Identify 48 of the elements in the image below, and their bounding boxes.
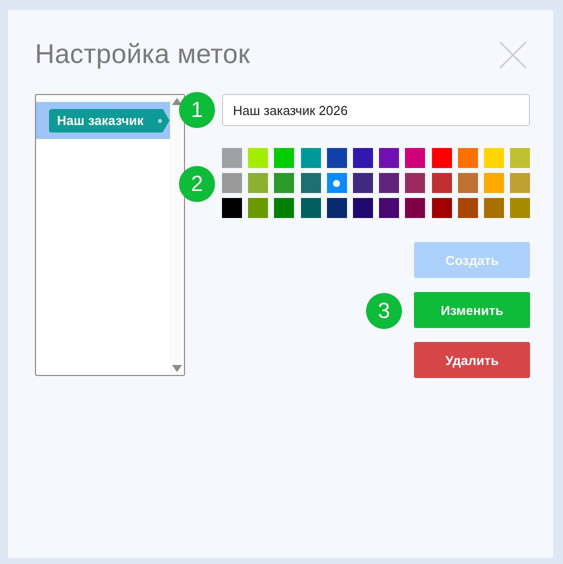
color-swatch[interactable]: [379, 173, 400, 193]
delete-button[interactable]: Удалить: [414, 342, 530, 378]
color-swatch[interactable]: [405, 173, 426, 193]
dot-icon: [158, 118, 162, 122]
scroll-down-icon[interactable]: [172, 365, 182, 372]
color-swatch[interactable]: [458, 198, 478, 218]
color-swatch[interactable]: [458, 173, 478, 193]
color-swatch[interactable]: [248, 173, 268, 193]
color-swatch[interactable]: [248, 198, 268, 218]
color-swatch[interactable]: [432, 173, 452, 193]
name-field[interactable]: Наш заказчик 2026: [222, 94, 530, 126]
scroll-up-icon[interactable]: [172, 98, 182, 105]
color-swatch[interactable]: [326, 148, 347, 168]
color-swatch[interactable]: [510, 198, 530, 218]
color-swatch[interactable]: [274, 148, 294, 168]
color-swatch[interactable]: [274, 173, 294, 193]
color-swatch[interactable]: [405, 148, 426, 168]
color-swatch[interactable]: [352, 148, 373, 168]
tag-label: Наш заказчик: [49, 108, 170, 132]
color-swatch[interactable]: [300, 198, 321, 218]
color-swatch[interactable]: [326, 198, 347, 218]
color-swatch[interactable]: [248, 148, 268, 168]
color-swatch[interactable]: [379, 148, 400, 168]
color-swatch[interactable]: [300, 173, 321, 193]
color-swatch[interactable]: [510, 148, 530, 168]
color-swatch[interactable]: [458, 148, 478, 168]
color-swatch[interactable]: [379, 198, 400, 218]
color-swatch[interactable]: [326, 173, 347, 193]
color-swatch[interactable]: [432, 148, 452, 168]
color-swatch[interactable]: [222, 173, 242, 193]
step-badge: 1: [179, 92, 215, 128]
color-swatch[interactable]: [510, 173, 530, 193]
color-swatch[interactable]: [484, 148, 504, 168]
color-swatch[interactable]: [300, 148, 321, 168]
step-badge: 2: [179, 166, 215, 202]
color-swatch[interactable]: [484, 173, 504, 193]
color-swatch[interactable]: [222, 148, 242, 168]
tag-list-item[interactable]: Наш заказчик: [36, 102, 170, 139]
color-swatch[interactable]: [352, 173, 373, 193]
color-swatch[interactable]: [352, 198, 373, 218]
step-badge: 3: [366, 293, 402, 329]
color-swatch[interactable]: [484, 198, 504, 218]
color-swatch[interactable]: [222, 198, 242, 218]
color-swatch[interactable]: [432, 198, 452, 218]
color-swatch[interactable]: [274, 198, 294, 218]
dialog-title: Настройка меток: [35, 38, 250, 70]
edit-button[interactable]: Изменить: [414, 292, 530, 328]
color-swatch[interactable]: [405, 198, 426, 218]
